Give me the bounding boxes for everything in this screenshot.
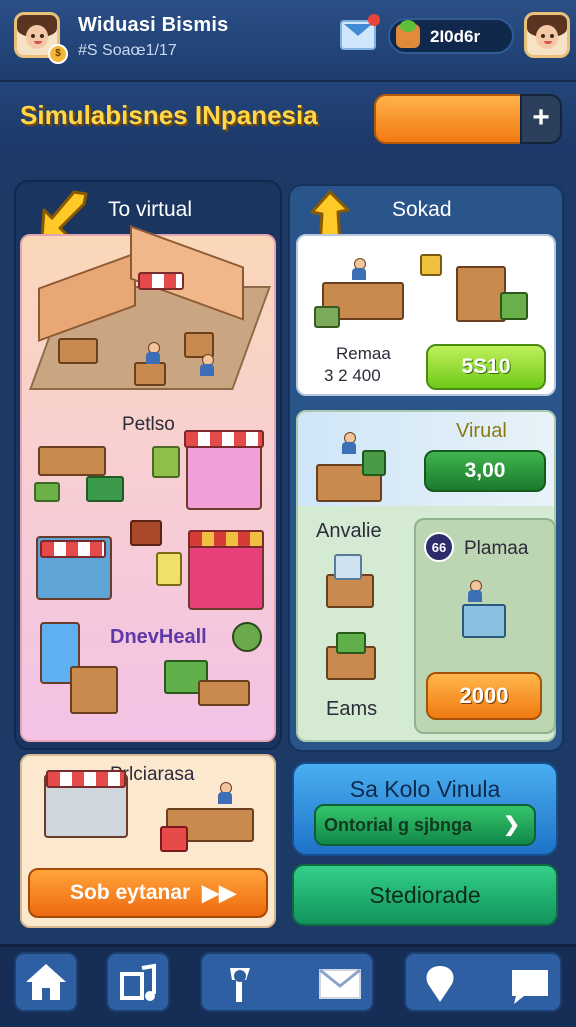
nav-music[interactable] — [106, 952, 170, 1012]
player-id: #S Soaœ1/17 — [78, 42, 177, 59]
business-name: Remaa — [336, 344, 391, 363]
isometric-shop-scene — [29, 225, 271, 396]
home-icon — [26, 964, 66, 1000]
monitor — [362, 450, 386, 476]
shopping-cart-icon — [462, 604, 506, 638]
panel-header-sokad: Sokad — [392, 198, 452, 221]
location-icon — [426, 966, 454, 1002]
start-business-button[interactable]: Sob eytanar ▶▶ — [28, 868, 268, 918]
coin-box — [420, 254, 442, 276]
sa-kolo-vinula-label: Sa Kolo Vinula — [349, 776, 501, 802]
label-petlso: Petlso — [122, 414, 175, 435]
shopper-figure — [468, 580, 482, 602]
seller-figure — [218, 782, 232, 804]
plant-pot — [500, 292, 528, 320]
chat-icon — [512, 970, 548, 1004]
nav-home[interactable] — [14, 952, 78, 1012]
grocery-awning — [46, 770, 126, 788]
bin — [152, 446, 180, 478]
bin-yellow — [156, 552, 182, 586]
friend-avatar[interactable] — [524, 12, 570, 58]
buy-button-plamaa[interactable]: 2000 — [426, 672, 542, 720]
nav-location[interactable] — [410, 956, 470, 1012]
coin-badge-icon: $ — [48, 44, 68, 64]
stediorade-button[interactable]: Stediorade — [292, 864, 558, 926]
level-badge: 66 — [424, 532, 454, 562]
buy-button-remaa[interactable]: 5S10 — [426, 344, 546, 390]
chevron-right-icon: ❯ — [503, 814, 520, 836]
delivery-truck — [86, 476, 124, 502]
character-badge-icon — [232, 622, 262, 652]
currency-counter[interactable]: 2I0d6r — [388, 18, 514, 54]
crate — [34, 482, 60, 502]
produce-table — [198, 680, 250, 706]
shop-awning — [184, 430, 264, 448]
envelope-icon — [319, 968, 361, 999]
virual-title: Virual — [456, 420, 507, 442]
nav-chat[interactable] — [500, 956, 560, 1012]
tutorial-button[interactable]: Ontorial g sjbnga ❯ — [314, 804, 536, 846]
nav-envelope[interactable] — [310, 956, 370, 1012]
checkout-counter — [70, 666, 118, 714]
computer-worker — [342, 432, 356, 454]
music-icon — [120, 963, 156, 1001]
start-business-label: Sob eytanar — [70, 881, 191, 904]
tools-icon — [230, 968, 250, 1002]
label-anvalie: Anvalie — [316, 520, 382, 542]
basket — [160, 826, 188, 852]
label-dnevheall: DnevHeall — [110, 626, 207, 648]
plant-icon — [396, 20, 420, 48]
office-desk — [38, 446, 106, 476]
store-awning — [40, 540, 106, 558]
buy-button-virual[interactable]: 3,00 — [424, 450, 546, 492]
game-title: Simulabisnes INpanesia — [20, 100, 318, 130]
label-eams: Eams — [326, 698, 378, 720]
business-price: 3 2 400 — [324, 366, 381, 385]
crate-small — [314, 306, 340, 328]
mail-icon[interactable] — [340, 14, 380, 50]
energy-bar[interactable] — [374, 94, 522, 144]
fast-forward-icon: ▶▶ — [202, 880, 236, 905]
worker-figure — [352, 258, 366, 280]
plamaa-title: Plamaa — [464, 538, 529, 559]
kiosk-screen — [334, 554, 362, 580]
add-button[interactable]: + — [520, 94, 562, 144]
market-awning — [188, 530, 264, 548]
currency-value: 2I0d6r — [430, 27, 481, 46]
shelf-unit — [456, 266, 506, 322]
notification-dot — [368, 14, 380, 26]
nav-tools[interactable] — [210, 956, 270, 1012]
panel-header-virtual: To virtual — [108, 198, 193, 221]
app-title: Widuasi Bismis — [78, 14, 229, 36]
tutorial-label: Ontorial g sjbnga — [324, 815, 473, 835]
vegetable-box — [336, 632, 366, 654]
cart-truck — [130, 520, 162, 546]
